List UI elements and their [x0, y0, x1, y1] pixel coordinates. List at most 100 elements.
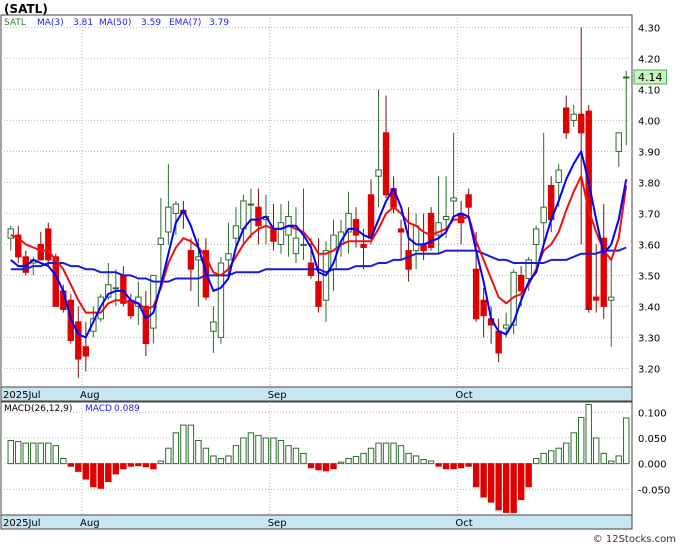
price-y-tick: 3.70 [638, 209, 660, 220]
macd-y-tick: 0.000 [638, 460, 667, 471]
macd-bar-positive [623, 417, 630, 465]
macd-bar-positive [547, 450, 555, 465]
macd-bar-positive [608, 460, 615, 465]
macd-bar-negative [495, 463, 502, 511]
candle-body-up [540, 206, 547, 224]
macd-bar-negative [150, 463, 157, 470]
candle-body-up [157, 237, 165, 245]
macd-bar-positive [60, 458, 67, 465]
macd-bar-negative [75, 463, 82, 472]
macd-bar-positive [247, 432, 255, 465]
macd-bar-positive [157, 460, 165, 465]
macd-bar-positive [570, 432, 577, 465]
candle-body-up [615, 132, 622, 152]
macd-bar-positive [615, 455, 622, 465]
x-axis-label: Aug [80, 390, 100, 401]
price-y-tick: 4.10 [638, 85, 660, 96]
candle-body-down [480, 299, 487, 317]
chart-title: (SATL) [4, 2, 48, 16]
candle-body-down [397, 228, 405, 233]
candle-body-down [37, 243, 44, 261]
last-price-box: 4.14 [633, 69, 667, 85]
macd-bar-positive [300, 452, 307, 465]
candle-body-down [75, 321, 82, 360]
macd-bar-positive [45, 442, 52, 465]
candle-body-up [300, 243, 307, 246]
macd-bar-negative [330, 463, 337, 470]
macd-bar-negative [120, 463, 127, 470]
macd-bar-negative [97, 463, 105, 489]
price-y-tick: 4.30 [638, 23, 660, 34]
macd-bar-positive [337, 461, 345, 465]
macd-bar-positive [202, 447, 210, 465]
macd-bar-positive [187, 424, 195, 465]
candle-body-down [82, 346, 90, 357]
candle-body-down [187, 250, 195, 270]
candle-body-up [570, 113, 577, 121]
candle-body-down [382, 132, 390, 196]
candle-body-up [623, 76, 630, 79]
candle-body-down [495, 330, 502, 354]
candle-body-down [465, 194, 472, 208]
candle-body-up [112, 287, 120, 290]
macd-bar-negative [517, 463, 525, 501]
macd-bar-negative [67, 463, 75, 467]
macd-bar-positive [555, 447, 562, 465]
x-axis-label: Sep [268, 518, 287, 529]
macd-bar-positive [420, 459, 427, 465]
last-price-label: 4.14 [638, 71, 663, 84]
macd-bar-positive [593, 437, 600, 465]
candle-body-up [502, 324, 510, 329]
candle [45, 222, 52, 267]
candle-body-up [232, 225, 240, 239]
macd-y-tick: 0.050 [638, 434, 667, 445]
macd-bar-positive [382, 442, 390, 465]
candle-body-up [172, 203, 180, 214]
macd-bar-positive [367, 447, 375, 465]
macd-y-tick: -0.050 [638, 485, 670, 496]
macd-bar-positive [210, 455, 217, 465]
macd-bar-positive [195, 440, 202, 465]
legend-ema7-label: EMA(7) [169, 18, 201, 28]
macd-bar-positive [397, 445, 405, 465]
macd-bar-negative [322, 463, 330, 472]
candle-body-up [240, 200, 247, 230]
x-axis-label: Oct [455, 518, 472, 529]
legend-ma50-value: 3.59 [141, 18, 161, 28]
macd-bar-negative [450, 463, 457, 470]
macd-bar-positive [277, 440, 285, 465]
macd-legend-label: MACD [85, 404, 112, 414]
macd-bar-positive [292, 447, 300, 465]
macd-bar-positive [262, 437, 270, 465]
macd-bar-positive [585, 404, 592, 465]
candle-body-down [517, 274, 525, 292]
macd-bar-positive [412, 455, 420, 465]
macd-y-tick: 0.100 [638, 408, 667, 419]
macd-bar-positive [427, 460, 435, 465]
macd-bar-positive [562, 442, 570, 465]
macd-legend-value: 0.089 [114, 404, 140, 414]
candle-body-up [225, 253, 232, 261]
candle-body-up [195, 256, 202, 261]
candle-body-down [120, 274, 127, 304]
macd-bar-positive [285, 445, 292, 465]
macd-bar-positive [578, 416, 585, 465]
macd-bar-positive [390, 442, 397, 465]
macd-bar-negative [480, 463, 487, 498]
price-y-tick: 3.60 [638, 240, 660, 251]
macd-bar-positive [540, 452, 547, 465]
candle-body-down [255, 206, 262, 227]
watermark: © 12Stocks.com [593, 534, 676, 545]
macd-bar-positive [270, 437, 277, 465]
candle-body-down [405, 250, 412, 270]
macd-bar-negative [82, 463, 90, 480]
candle-body-up [165, 206, 172, 233]
macd-bar-positive [22, 442, 29, 465]
macd-bar-negative [435, 463, 442, 467]
macd-bar-negative [457, 463, 465, 469]
price-y-tick: 3.90 [638, 147, 660, 158]
price-y-tick: 3.80 [638, 178, 660, 189]
price-y-tick: 3.40 [638, 302, 660, 313]
macd-bar-positive [345, 458, 352, 465]
candle-body-down [142, 305, 150, 345]
